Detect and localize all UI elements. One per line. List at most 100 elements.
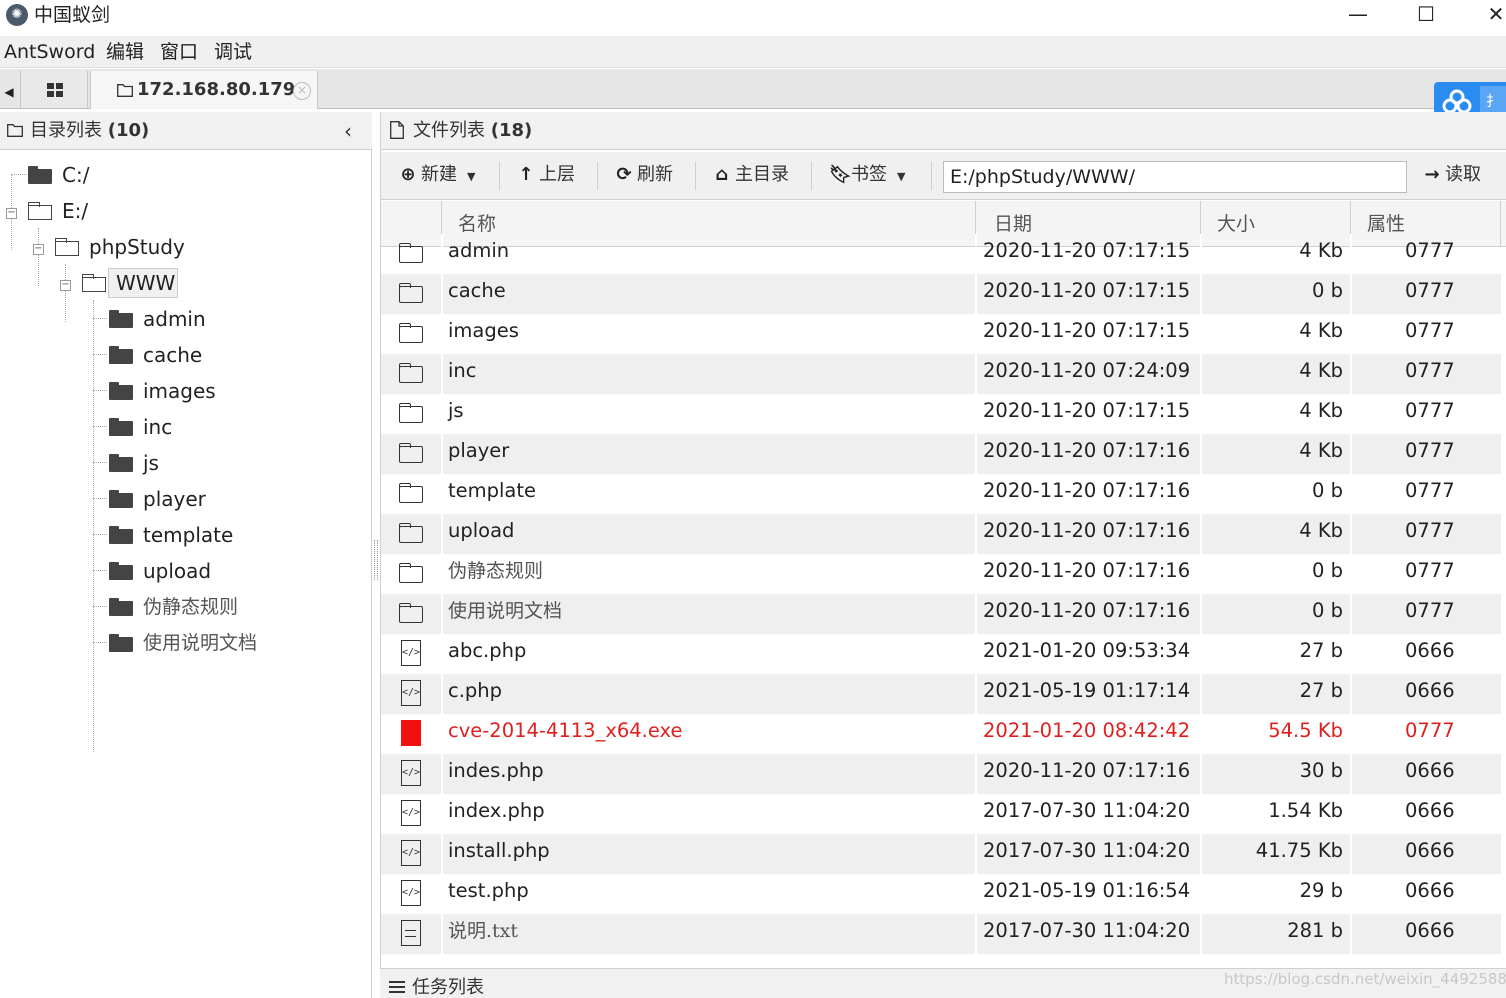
column-divider (1200, 394, 1202, 434)
chevron-down-icon: ▼ (897, 170, 906, 183)
file-date: 2020-11-20 07:17:16 (983, 439, 1191, 462)
file-row[interactable]: </> abc.php 2021-01-20 09:53:34 27 b 0666 (381, 634, 1501, 674)
column-divider (441, 314, 443, 354)
collapse-toggle-icon[interactable]: − (6, 208, 17, 219)
column-divider (1200, 594, 1202, 634)
file-row[interactable]: template 2020-11-20 07:17:16 0 b 0777 (381, 474, 1501, 514)
tree-node-www[interactable]: WWW (82, 268, 202, 300)
tree-node-e-drive[interactable]: E:/ (28, 196, 148, 228)
read-path-button[interactable]: → 读取 (1423, 160, 1481, 192)
tree-node-rewrite-rules[interactable]: 伪静态规则 (109, 592, 309, 624)
file-row[interactable]: 说明.txt 2017-07-30 11:04:20 281 b 0666 (381, 914, 1501, 954)
file-size: 4 Kb (1299, 439, 1343, 462)
column-divider (975, 754, 977, 794)
file-row[interactable]: </> c.php 2021-05-19 01:17:14 27 b 0666 (381, 674, 1501, 714)
column-divider (1350, 554, 1352, 594)
close-window-button[interactable]: ✕ (1476, 0, 1506, 30)
panel-splitter[interactable] (374, 540, 378, 580)
column-divider (1200, 794, 1202, 834)
file-name: abc.php (448, 639, 527, 662)
menu-edit[interactable]: 编辑 (106, 39, 144, 65)
tree-node-admin[interactable]: admin (109, 304, 309, 336)
directory-panel-title: 目录列表 (10) (30, 118, 149, 144)
tree-node-player[interactable]: player (109, 484, 309, 516)
column-divider (441, 594, 443, 634)
tab-scroll-left-icon[interactable]: ◀ (0, 77, 18, 107)
tree-node-docs[interactable]: 使用说明文档 (109, 628, 329, 660)
tree-node-template[interactable]: template (109, 520, 309, 552)
menu-window[interactable]: 窗口 (160, 39, 198, 65)
file-row[interactable]: 伪静态规则 2020-11-20 07:17:16 0 b 0777 (381, 554, 1501, 594)
column-divider (1200, 554, 1202, 594)
file-size: 41.75 Kb (1255, 839, 1343, 862)
tree-node-label: cache (143, 343, 203, 367)
file-row[interactable]: 使用说明文档 2020-11-20 07:17:16 0 b 0777 (381, 594, 1501, 634)
menu-debug[interactable]: 调试 (214, 39, 252, 65)
folder-icon (399, 480, 423, 506)
file-size: 4 Kb (1299, 359, 1343, 382)
column-divider (975, 274, 977, 314)
tab-close-icon[interactable]: × (293, 82, 311, 100)
folder-icon (109, 634, 133, 652)
tree-node-phpstudy[interactable]: phpStudy (55, 232, 215, 264)
code-file-icon: </> (399, 680, 423, 706)
tree-node-cache[interactable]: cache (109, 340, 309, 372)
parent-dir-button[interactable]: ↑ 上层 (517, 160, 575, 192)
file-row[interactable]: player 2020-11-20 07:17:16 4 Kb 0777 (381, 434, 1501, 474)
tree-node-inc[interactable]: inc (109, 412, 309, 444)
new-button[interactable]: ⊕ 新建 ▼ (399, 160, 475, 192)
maximize-button[interactable]: ☐ (1406, 0, 1446, 30)
file-permission: 0666 (1405, 799, 1455, 822)
file-row[interactable]: inc 2020-11-20 07:24:09 4 Kb 0777 (381, 354, 1501, 394)
tree-node-upload[interactable]: upload (109, 556, 309, 588)
tree-node-label: images (143, 379, 216, 403)
column-divider (441, 554, 443, 594)
file-row[interactable]: cache 2020-11-20 07:17:15 0 b 0777 (381, 274, 1501, 314)
column-divider (1200, 474, 1202, 514)
home-dir-button[interactable]: ⌂ 主目录 (713, 160, 789, 192)
file-name: index.php (448, 799, 545, 822)
file-row[interactable]: </> install.php 2017-07-30 11:04:20 41.75 K… (381, 834, 1501, 874)
folder-icon (109, 454, 133, 472)
file-row[interactable]: js 2020-11-20 07:17:15 4 Kb 0777 (381, 394, 1501, 434)
refresh-button[interactable]: ⟳ 刷新 (615, 160, 673, 192)
column-divider (441, 474, 443, 514)
folder-icon (399, 280, 423, 306)
file-row[interactable]: images 2020-11-20 07:17:15 4 Kb 0777 (381, 314, 1501, 354)
folder-icon (399, 600, 423, 626)
column-divider (975, 354, 977, 394)
file-row[interactable]: </> test.php 2021-05-19 01:16:54 29 b 0666 (381, 874, 1501, 914)
column-divider (1350, 634, 1352, 674)
file-toolbar: ⊕ 新建 ▼ ↑ 上层 ⟳ 刷新 ⌂ 主目录 🔖︎书签 ▼ E:/phpStudy/WWW/… (381, 152, 1506, 200)
path-input[interactable]: E:/phpStudy/WWW/ (943, 161, 1407, 193)
tree-node-js[interactable]: js (109, 448, 309, 480)
file-row[interactable]: </> index.php 2017-07-30 11:04:20 1.54 Kb 06… (381, 794, 1501, 834)
collapse-panel-button[interactable]: ‹ (344, 118, 352, 144)
tree-node-c-drive[interactable]: C:/ (28, 160, 148, 192)
menu-antsword[interactable]: AntSword (4, 39, 95, 65)
column-divider (975, 674, 977, 714)
collapse-toggle-icon[interactable]: − (33, 244, 44, 255)
file-row[interactable]: </> indes.php 2020-11-20 07:17:16 30 b 0666 (381, 754, 1501, 794)
menu-bar: AntSword 编辑 窗口 调试 (0, 36, 1506, 68)
column-divider (975, 874, 977, 914)
file-panel-header: 文件列表 (18) (381, 112, 1506, 150)
file-row[interactable]: upload 2020-11-20 07:17:16 4 Kb 0777 (381, 514, 1501, 554)
tree-node-images[interactable]: images (109, 376, 309, 408)
column-divider (975, 794, 977, 834)
plus-circle-icon: ⊕ (400, 164, 416, 185)
tab-home[interactable] (20, 71, 88, 108)
file-row[interactable]: cve-2014-4113_x64.exe 2021-01-20 08:42:42… (381, 714, 1501, 754)
collapse-toggle-icon[interactable]: − (60, 280, 71, 291)
column-divider (975, 474, 977, 514)
column-divider (1200, 354, 1202, 394)
file-permission: 0777 (1405, 279, 1455, 302)
refresh-icon: ⟳ (616, 164, 632, 185)
minimize-button[interactable]: — (1338, 0, 1378, 30)
file-size: 1.54 Kb (1268, 799, 1343, 822)
column-divider (1350, 874, 1352, 914)
bookmark-button[interactable]: 🔖︎书签 ▼ (829, 160, 905, 192)
folder-icon (399, 240, 423, 266)
file-row[interactable]: admin 2020-11-20 07:17:15 4 Kb 0777 (381, 234, 1501, 274)
tab-shell-session[interactable]: 172.168.80.179 × (90, 71, 318, 109)
